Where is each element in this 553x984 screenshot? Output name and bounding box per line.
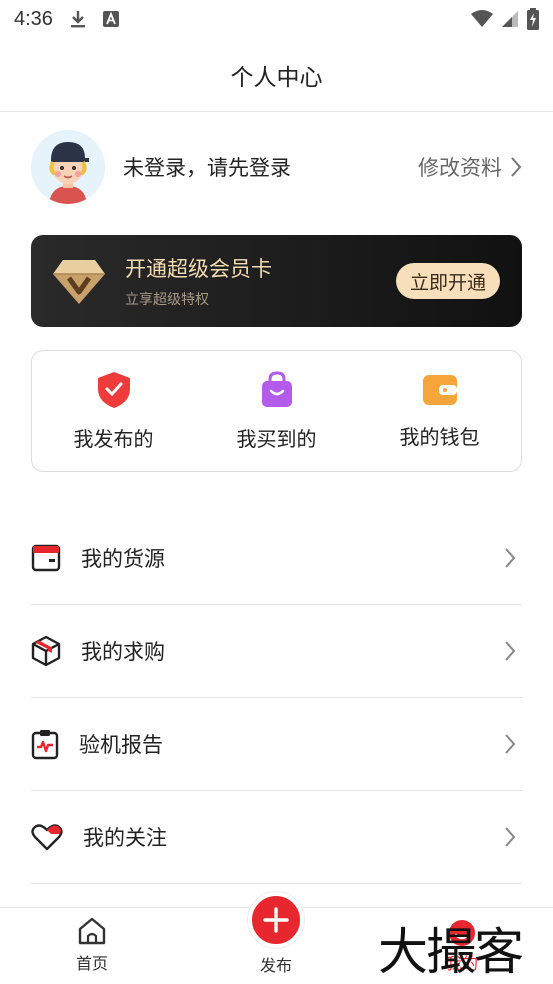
plus-icon: [263, 907, 289, 933]
chevron-right-icon: [511, 157, 522, 177]
vip-subtitle: 立享超级特权: [125, 292, 209, 308]
login-prompt[interactable]: 未登录，请先登录: [123, 152, 291, 182]
menu-item-label: 验机报告: [79, 733, 163, 757]
download-icon: [70, 11, 85, 28]
menu-item-supply[interactable]: 我的货源: [31, 512, 522, 605]
heart-icon: [31, 824, 63, 851]
clipboard-report-icon: [31, 730, 59, 760]
quick-action-wallet[interactable]: 我的钱包: [358, 373, 521, 450]
profile-row[interactable]: 未登录，请先登录 修改资料: [0, 128, 553, 206]
open-vip-button[interactable]: 立即开通: [395, 263, 500, 299]
purple-shopping-bag-icon: [261, 370, 292, 407]
status-bar: 4:36: [0, 0, 553, 38]
font-icon: [102, 11, 119, 27]
quick-action-bought[interactable]: 我买到的: [195, 370, 358, 452]
home-icon: [78, 917, 106, 945]
quick-action-label: 我发布的: [73, 426, 154, 451]
avatar-boy-icon: [31, 130, 105, 204]
publish-button[interactable]: [248, 892, 304, 948]
menu-list: 我的货源 我的求购 验机报告 我的关注: [31, 512, 522, 884]
chevron-right-icon: [505, 548, 516, 568]
tab-home[interactable]: 首页: [62, 916, 122, 974]
tab-label: 首页: [75, 954, 108, 973]
page-title: 个人中心: [230, 64, 323, 91]
card-icon: [31, 544, 61, 572]
wifi-icon: [471, 10, 493, 27]
quick-action-published[interactable]: 我发布的: [32, 371, 195, 452]
chevron-right-icon: [505, 641, 516, 661]
chevron-right-icon: [505, 734, 516, 754]
box-icon: [31, 635, 61, 667]
red-shield-check-icon: [97, 371, 130, 408]
vip-title: 开通超级会员卡: [125, 257, 272, 281]
watermark-text: 大撮客: [378, 923, 524, 981]
diamond-v-icon: [53, 260, 105, 304]
quick-action-label: 我买到的: [236, 426, 317, 451]
edit-profile-link[interactable]: 修改资料: [418, 152, 522, 182]
tab-label: 发布: [259, 956, 292, 975]
menu-item-purchase-requests[interactable]: 我的求购: [31, 605, 522, 698]
menu-item-inspection-report[interactable]: 验机报告: [31, 698, 522, 791]
signal-icon: [502, 11, 518, 27]
page-header: 个人中心: [0, 38, 553, 112]
orange-wallet-icon: [422, 374, 457, 405]
menu-item-label: 我的货源: [81, 547, 165, 571]
quick-actions-card: 我发布的 我买到的 我的钱包: [31, 350, 522, 472]
quick-action-label: 我的钱包: [399, 424, 480, 449]
menu-item-label: 我的关注: [83, 826, 167, 850]
menu-item-label: 我的求购: [81, 640, 165, 664]
chevron-right-icon: [505, 827, 516, 847]
status-time: 4:36: [14, 7, 53, 30]
vip-banner[interactable]: 开通超级会员卡 立享超级特权 立即开通: [31, 235, 522, 327]
edit-profile-label: 修改资料: [418, 156, 502, 180]
tab-publish[interactable]: 发布: [246, 892, 306, 976]
menu-item-following[interactable]: 我的关注: [31, 791, 522, 884]
avatar[interactable]: [31, 130, 105, 204]
battery-icon: [527, 8, 539, 30]
